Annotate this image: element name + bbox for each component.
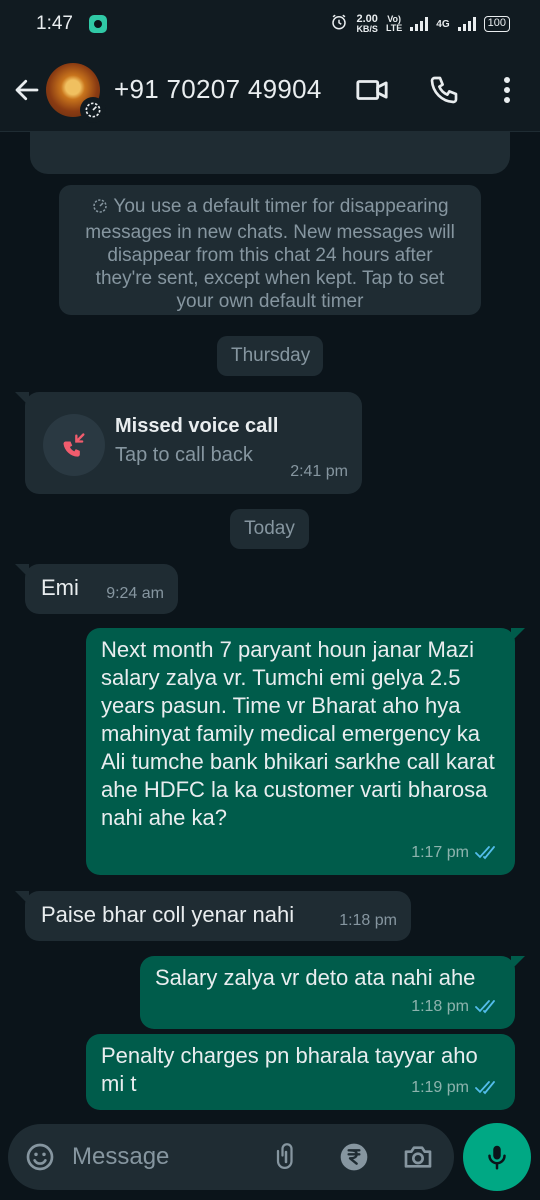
chat-area[interactable]: You use a default timer for disappearing… xyxy=(0,132,540,1112)
back-arrow-icon xyxy=(15,79,39,100)
date-chip-thursday: Thursday xyxy=(217,336,323,376)
video-call-button[interactable] xyxy=(348,66,396,114)
message-time: 1:18 pm xyxy=(411,998,469,1015)
rupee-icon xyxy=(340,1143,368,1171)
message-meta: 1:19 pm xyxy=(411,1074,501,1102)
message-bubble-outgoing[interactable]: Next month 7 paryant houn janar Mazi sal… xyxy=(86,628,525,875)
avatar[interactable] xyxy=(46,62,106,123)
video-call-icon xyxy=(356,80,388,100)
camera-icon xyxy=(404,1146,432,1168)
status-time: 1:47 xyxy=(36,13,73,34)
message-time: 9:24 am xyxy=(106,585,164,602)
more-options-icon xyxy=(504,77,510,103)
lte-label: LTE xyxy=(385,23,403,33)
message-bubble-incoming[interactable]: Emi 9:24 am xyxy=(15,564,178,614)
missed-call-time: 2:41 pm xyxy=(290,463,348,480)
date-chip-today: Today xyxy=(230,509,309,549)
message-bubble-outgoing[interactable]: Penalty charges pn bharala tayyar aho mi… xyxy=(86,1034,515,1110)
message-composer xyxy=(8,1124,454,1190)
status-bar: 1:47 2.00 KB/S Vo) LTE 4G 100 xyxy=(0,0,540,48)
camera-button[interactable] xyxy=(398,1137,438,1177)
voice-call-button[interactable] xyxy=(420,66,468,114)
payment-button[interactable] xyxy=(334,1137,374,1177)
message-input[interactable] xyxy=(72,1138,262,1176)
message-text: Emi xyxy=(41,575,79,600)
missed-call-icon xyxy=(43,414,105,476)
read-ticks-icon xyxy=(475,1081,495,1095)
emoji-icon xyxy=(26,1143,54,1171)
message-meta: 1:18 pm xyxy=(411,993,501,1021)
missed-call-bubble[interactable]: Missed voice call Tap to call back 2:41 … xyxy=(15,392,362,494)
message-time: 1:19 pm xyxy=(411,1079,469,1096)
signal-icon xyxy=(410,17,429,31)
more-options-button[interactable] xyxy=(483,66,531,114)
notice-text: You use a default timer for disappearing… xyxy=(85,196,455,312)
missed-call-title: Missed voice call xyxy=(115,415,279,437)
paperclip-icon xyxy=(276,1143,293,1169)
microphone-icon xyxy=(488,1145,506,1170)
network-speed: 2.00 KB/S xyxy=(356,14,378,34)
contact-name[interactable]: +91 70207 49904 xyxy=(114,74,322,105)
network-speed-unit: KB/S xyxy=(356,24,378,34)
chat-header: +91 70207 49904 xyxy=(0,48,540,132)
message-text: Next month 7 paryant houn janar Mazi sal… xyxy=(101,637,495,830)
message-text: Paise bhar coll yenar nahi xyxy=(41,902,295,927)
disappearing-messages-notice[interactable]: You use a default timer for disappearing… xyxy=(59,185,481,315)
encryption-card xyxy=(30,132,510,174)
battery-indicator: 100 xyxy=(483,16,510,32)
voice-call-icon xyxy=(430,76,458,104)
voice-message-button[interactable] xyxy=(463,1123,531,1191)
disappearing-timer-icon xyxy=(80,96,106,123)
read-ticks-icon xyxy=(475,1000,495,1014)
message-meta: 1:17 pm xyxy=(411,839,501,867)
app-notification-icon xyxy=(88,15,107,33)
message-time: 1:18 pm xyxy=(339,912,397,929)
message-bubble-incoming[interactable]: Paise bhar coll yenar nahi 1:18 pm xyxy=(15,891,411,941)
message-time: 1:17 pm xyxy=(411,844,469,861)
signal-icon-2 xyxy=(457,17,476,31)
emoji-button[interactable] xyxy=(20,1137,60,1177)
message-time: 2:41 pm xyxy=(290,458,348,486)
status-indicators: 2.00 KB/S Vo) LTE 4G 100 xyxy=(330,13,510,36)
missed-call-subtitle: Tap to call back xyxy=(115,444,253,466)
message-meta: 1:18 pm xyxy=(339,907,397,935)
network-type: 4G xyxy=(436,18,450,30)
back-button[interactable] xyxy=(2,65,52,115)
alarm-icon xyxy=(330,13,348,36)
volte-indicator: Vo) LTE xyxy=(386,15,402,33)
message-meta: 9:24 am xyxy=(106,580,164,608)
timer-icon xyxy=(91,197,109,221)
read-ticks-icon xyxy=(475,846,495,860)
attach-button[interactable] xyxy=(266,1137,306,1177)
message-bubble-outgoing[interactable]: Salary zalya vr deto ata nahi ahe 1:18 p… xyxy=(140,956,525,1029)
message-text: Salary zalya vr deto ata nahi ahe xyxy=(155,965,476,990)
